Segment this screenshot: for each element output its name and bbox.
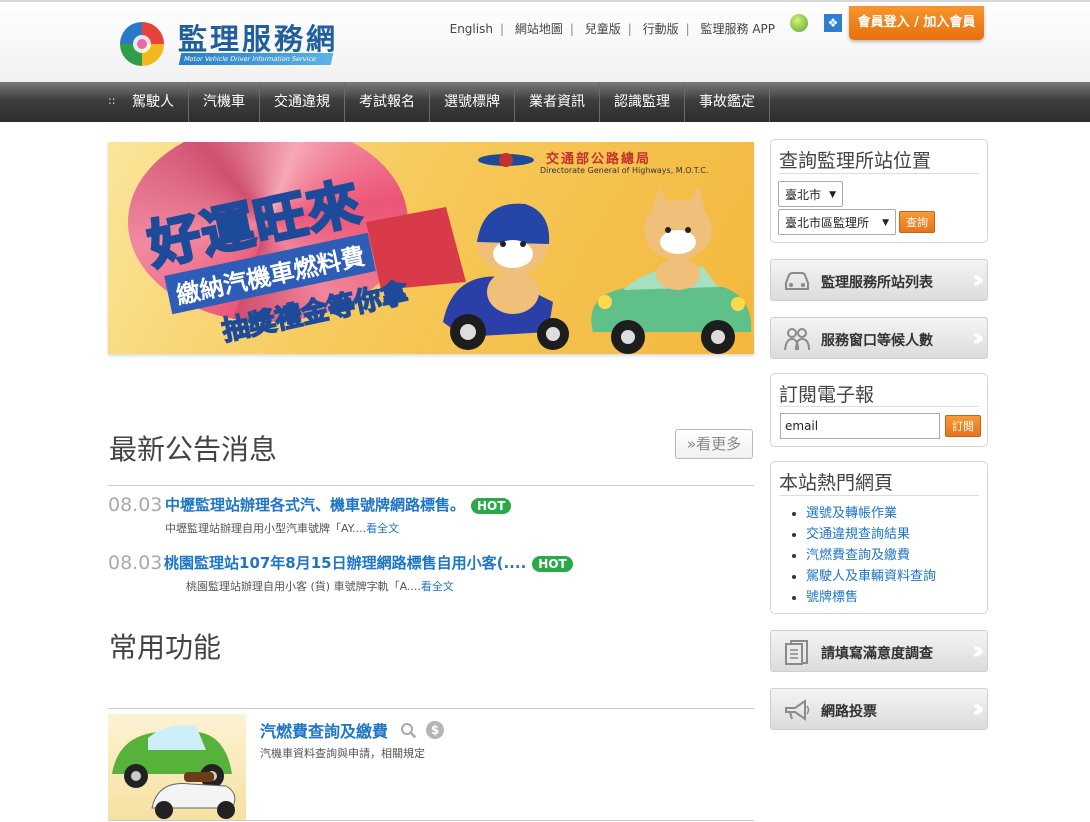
vote-button[interactable]: 網路投票 ›› — [770, 688, 988, 730]
news-item[interactable]: 08.03 桃園監理站107年8月15日辦理網路標售自用小客(.... HOT 桃… — [108, 552, 754, 596]
double-chevron-icon: ›› — [971, 265, 986, 295]
payment-icon[interactable]: $ — [426, 721, 444, 739]
document-icon — [785, 640, 808, 665]
link-app[interactable]: 監理服務 APP — [701, 22, 776, 36]
popular-link[interactable]: 號牌標售 — [806, 587, 936, 608]
nav-drivers[interactable]: 駕駛人 — [118, 82, 189, 122]
divider: | — [627, 22, 632, 36]
popular-link[interactable]: 交通違規查詢結果 — [806, 524, 936, 545]
fuel-fee-image[interactable] — [108, 714, 246, 820]
popular-link[interactable]: 駕駛人及車輛資料查詢 — [806, 566, 936, 587]
link-sitemap[interactable]: 網站地圖 — [515, 22, 563, 36]
hot-badge: HOT — [532, 555, 573, 572]
news-item[interactable]: 08.03 中壢監理站辦理各式汽、機車號牌網路標售。 HOT 中壢監理站辦理自用小… — [108, 494, 754, 538]
divider — [779, 495, 979, 496]
read-more-link[interactable]: 看全文 — [366, 522, 399, 535]
nav-accident-review[interactable]: 事故鑑定 — [685, 82, 770, 122]
functions-section-title: 常用功能 — [109, 631, 222, 664]
news-title[interactable]: 中壢監理站辦理各式汽、機車號牌網路標售。 HOT — [165, 494, 512, 515]
double-chevron-icon: ›› — [971, 636, 986, 666]
divider: | — [569, 22, 574, 36]
subscribe-button[interactable]: 訂閱 — [945, 415, 981, 437]
site-header: 監理服務網 Motor Vehicle Driver Information S… — [0, 0, 1090, 82]
search-icon[interactable] — [400, 722, 418, 740]
mascot-illustration — [443, 186, 752, 354]
nav-exam-registration[interactable]: 考試報名 — [345, 82, 430, 122]
station-list-button[interactable]: 監理服務所站列表 ›› — [770, 259, 988, 301]
car-icon — [785, 272, 809, 290]
people-icon — [784, 328, 810, 351]
main-nav: :: 駕駛人 汽機車 交通違規 考試報名 選號標牌 業者資訊 認識監理 事故鑑定 — [0, 82, 1090, 122]
nav-violations[interactable]: 交通違規 — [260, 82, 345, 122]
menu-dots-icon: :: — [108, 94, 116, 107]
news-desc-text: 中壢監理站辦理自用小型汽車號牌「AY.... — [165, 522, 367, 535]
popular-link[interactable]: 汽燃費查詢及繳費 — [806, 545, 936, 566]
divider — [779, 406, 979, 407]
link-english[interactable]: English — [450, 22, 493, 36]
link-kids[interactable]: 兒童版 — [585, 22, 621, 36]
news-title-text[interactable]: 中壢監理站辦理各式汽、機車號牌網路標售。 — [165, 496, 465, 514]
banner-org-name: 交通部公路總局 — [546, 152, 652, 167]
read-more-link[interactable]: 看全文 — [421, 580, 454, 593]
waiting-count-button[interactable]: 服務窗口等候人數 ›› — [770, 317, 988, 359]
fuel-fee-desc: 汽機車資料查詢與申請，相關規定 — [260, 747, 425, 760]
news-desc: 桃園監理站辦理自用小客 (貨) 車號牌字軌「A....看全文 — [186, 578, 454, 594]
divider — [108, 820, 754, 821]
divider — [108, 485, 754, 486]
app-store-icon[interactable]: ❖ — [824, 14, 842, 32]
vote-label: 網路投票 — [821, 704, 877, 720]
city-select[interactable]: 臺北市 ▼ — [778, 181, 843, 207]
logo-icon[interactable] — [118, 20, 166, 68]
logo-title[interactable]: 監理服務網 — [178, 16, 338, 58]
logo-subtitle: Motor Vehicle Driver Information Service — [178, 53, 334, 65]
waiting-count-label: 服務窗口等候人數 — [821, 333, 933, 349]
promo-banner[interactable]: 好運旺來 繳納汽機車燃料費 抽獎禮金等你拿 交通部公路總局 Directorat… — [108, 142, 754, 354]
dropdown-arrow-icon: ▼ — [829, 190, 836, 200]
news-title[interactable]: 桃園監理站107年8月15日辦理網路標售自用小客(.... HOT — [164, 552, 573, 573]
news-desc: 中壢監理站辦理自用小型汽車號牌「AY....看全文 — [165, 520, 399, 536]
news-date: 08.03 — [108, 494, 163, 516]
news-section-title: 最新公告消息 — [109, 433, 278, 466]
nav-plate-selection[interactable]: 選號標牌 — [430, 82, 515, 122]
station-list-label: 監理服務所站列表 — [821, 275, 933, 291]
survey-button[interactable]: 請填寫滿意度調查 ›› — [770, 630, 988, 672]
megaphone-icon — [785, 699, 810, 721]
station-query-box: 查詢監理所站位置 臺北市 ▼ 臺北市區監理所 ▼ 查詢 — [770, 139, 988, 243]
double-chevron-icon: ›› — [971, 694, 986, 724]
office-select-value: 臺北市區監理所 — [785, 216, 870, 230]
top-links: English | 網站地圖 | 兒童版 | 行動版 | 監理服務 APP — [450, 20, 775, 37]
nav-business-info[interactable]: 業者資訊 — [515, 82, 600, 122]
hot-badge: HOT — [471, 497, 512, 514]
fuel-fee-link[interactable]: 汽燃費查詢及繳費 — [260, 718, 388, 742]
news-date: 08.03 — [108, 552, 163, 574]
popular-pages-list: 選號及轉帳作業 交通違規查詢結果 汽燃費查詢及繳費 駕駛人及車輛資料查詢 號牌標… — [790, 503, 936, 608]
office-select[interactable]: 臺北市區監理所 ▼ — [778, 209, 896, 235]
popular-pages-title: 本站熱門網頁 — [779, 472, 894, 494]
city-select-value: 臺北市 — [785, 188, 822, 202]
double-chevron-icon: ›› — [971, 323, 986, 353]
nav-about[interactable]: 認識監理 — [600, 82, 685, 122]
station-query-title: 查詢監理所站位置 — [779, 150, 932, 172]
divider: | — [499, 22, 504, 36]
survey-label: 請填寫滿意度調查 — [821, 646, 933, 662]
newsletter-title: 訂閱電子報 — [779, 384, 875, 406]
banner-org-en: Directorate General of Highways, M.O.T.C… — [540, 166, 709, 175]
dropdown-arrow-icon: ▼ — [882, 218, 889, 228]
news-desc-text: 桃園監理站辦理自用小客 (貨) 車號牌字軌「A.... — [186, 580, 421, 593]
popular-link[interactable]: 選號及轉帳作業 — [806, 503, 936, 524]
news-more-button[interactable]: »看更多 — [675, 429, 753, 459]
nav-vehicles[interactable]: 汽機車 — [189, 82, 260, 122]
email-input[interactable]: email — [780, 413, 940, 439]
car-scooter-illustration — [112, 725, 236, 819]
divider — [108, 708, 754, 709]
divider: | — [685, 22, 690, 36]
link-mobile[interactable]: 行動版 — [643, 22, 679, 36]
highway-emblem-icon — [478, 153, 534, 167]
station-query-button[interactable]: 查詢 — [899, 211, 935, 233]
android-app-icon[interactable] — [790, 14, 808, 32]
news-title-text[interactable]: 桃園監理站107年8月15日辦理網路標售自用小客(.... — [164, 554, 526, 572]
divider — [779, 173, 979, 174]
login-register-button[interactable]: 會員登入 / 加入會員 — [849, 6, 984, 40]
